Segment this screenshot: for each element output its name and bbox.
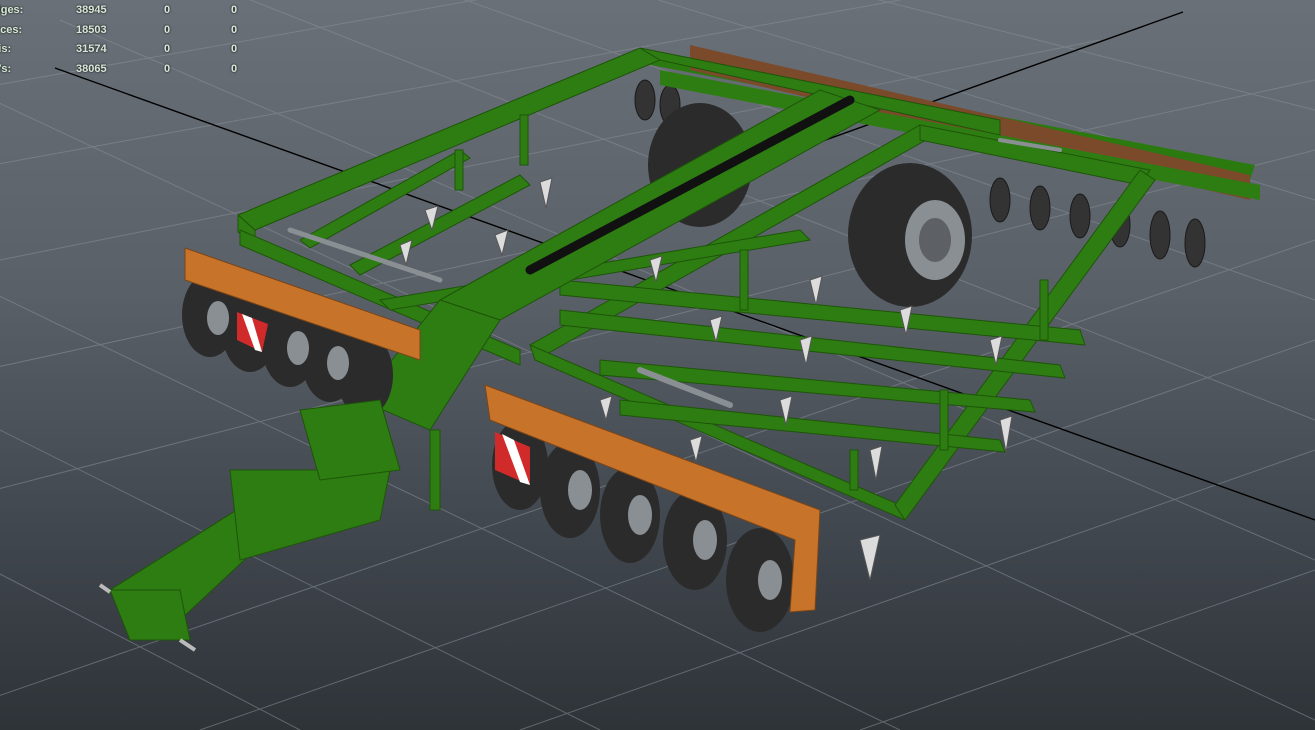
left-packer-roller: [182, 247, 421, 417]
hud-value: 38065: [76, 63, 107, 75]
hud-selected: 0: [164, 24, 171, 36]
hud-components: 0: [231, 63, 238, 75]
drawbar-hitch: [98, 399, 401, 652]
scene-canvas[interactable]: [0, 0, 1315, 730]
hud-row-tris: ris: 31574 0 0: [0, 39, 260, 59]
hud-selected: 0: [164, 4, 171, 16]
hud-selected: 0: [164, 43, 171, 55]
hud-value: 18503: [76, 24, 107, 36]
hud-selected: 0: [164, 63, 171, 75]
hud-value: 38945: [76, 4, 107, 16]
hud-row-uvs: Vs: 38065 0 0: [0, 59, 260, 79]
3d-viewport[interactable]: dges: 38945 0 0 aces: 18503 0 0 ris: 315…: [0, 0, 1315, 730]
hud-row-edges: dges: 38945 0 0: [0, 0, 260, 20]
hud-label: aces:: [0, 24, 23, 36]
hud-components: 0: [231, 4, 238, 16]
hud-label: ris:: [0, 43, 12, 55]
heads-up-display-stats: dges: 38945 0 0 aces: 18503 0 0 ris: 315…: [0, 0, 260, 80]
hud-components: 0: [231, 43, 238, 55]
hud-components: 0: [231, 24, 238, 36]
hud-value: 31574: [76, 43, 107, 55]
hud-label: Vs:: [0, 63, 12, 75]
hud-row-faces: aces: 18503 0 0: [0, 20, 260, 40]
hud-label: dges:: [0, 4, 24, 16]
